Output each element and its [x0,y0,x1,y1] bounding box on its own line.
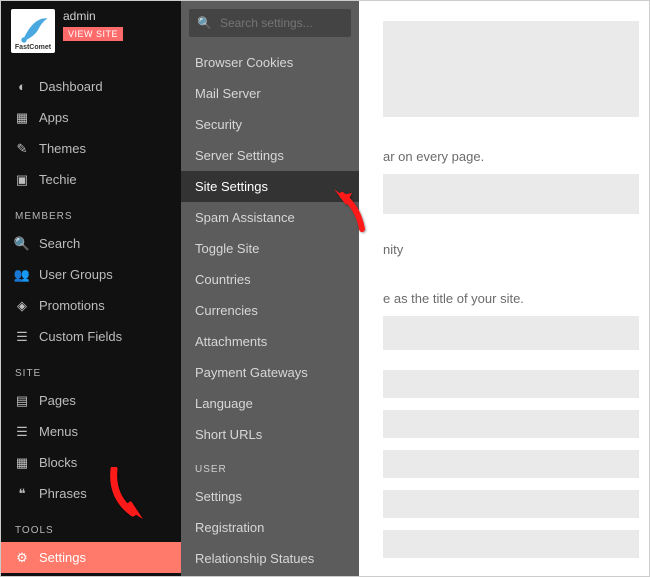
search-wrap: 🔍 [181,1,359,47]
content-block [383,21,639,117]
sidebar-item-settings[interactable]: ⚙ Settings [1,542,181,573]
nav-label: Custom Fields [39,329,122,344]
nav-label: Phrases [39,486,87,501]
submenu-item-security[interactable]: Security [181,109,359,140]
nav-main: ◐ Dashboard ▦ Apps ✎ Themes ▣ Techie MEMBERS… [1,71,181,577]
nav-label: Pages [39,393,76,408]
sidebar-item-promotions[interactable]: ◈ Promotions [1,290,181,321]
page-icon: ▤ [15,394,29,408]
nav-heading-tools: TOOLS [1,509,181,542]
diamond-icon: ◈ [15,299,29,313]
gauge-icon: ◐ [15,80,29,94]
submenu-item-browser-cookies[interactable]: Browser Cookies [181,47,359,78]
submenu-item-relationship-statues[interactable]: Relationship Statues [181,543,359,574]
nav-label: Techie [39,172,77,187]
submenu-item-spam-assistance[interactable]: Spam Assistance [181,202,359,233]
sidebar-item-techie[interactable]: ▣ Techie [1,164,181,195]
nav-heading-site: SITE [1,352,181,385]
submenu-item-currencies[interactable]: Currencies [181,295,359,326]
submenu-item-payment-gateways[interactable]: Payment Gateways [181,357,359,388]
nav-label: User Groups [39,267,113,282]
content-area: ar on every page. nity e as the title of… [359,1,649,576]
content-strip [383,490,639,518]
content-strip [383,530,639,558]
submenu-item-attachments[interactable]: Attachments [181,326,359,357]
search-container[interactable]: 🔍 [189,9,351,37]
submenu-heading-user: USER [181,450,359,481]
gear-icon: ⚙ [15,551,29,565]
sidebar-item-user-groups[interactable]: 👥 User Groups [1,259,181,290]
content-strip [383,410,639,438]
admin-username[interactable]: admin [63,9,96,23]
sidebar-item-apps[interactable]: ▦ Apps [1,102,181,133]
app-root: FastComet admin VIEW SITE ◐ Dashboard ▦ Ap… [0,0,650,577]
nav-label: Search [39,236,80,251]
nav-label: Blocks [39,455,77,470]
sidebar-item-themes[interactable]: ✎ Themes [1,133,181,164]
primary-sidebar: FastComet admin VIEW SITE ◐ Dashboard ▦ Ap… [1,1,181,576]
logo-text: FastComet [15,44,51,51]
submenu-item-language[interactable]: Language [181,388,359,419]
submenu-item-toggle-site[interactable]: Toggle Site [181,233,359,264]
submenu-item-site-settings[interactable]: Site Settings [181,171,359,202]
content-block [383,316,639,350]
helper-text: nity [383,242,639,257]
submenu-item-short-urls[interactable]: Short URLs [181,419,359,450]
nav-label: Promotions [39,298,105,313]
sidebar-item-dashboard[interactable]: ◐ Dashboard [1,71,181,102]
admin-column: admin VIEW SITE [63,9,123,41]
settings-list: Browser Cookies Mail Server Security Ser… [181,47,359,577]
sidebar-item-menus[interactable]: ☰ Menus [1,416,181,447]
view-site-button[interactable]: VIEW SITE [63,27,123,41]
helper-text: ar on every page. [383,149,639,164]
settings-submenu: 🔍 Browser Cookies Mail Server Security S… [181,1,359,576]
nav-label: Settings [39,550,86,565]
sidebar-item-custom-fields[interactable]: ☰ Custom Fields [1,321,181,352]
content-block [383,174,639,214]
nav-label: Dashboard [39,79,103,94]
nav-label: Apps [39,110,69,125]
content-strips [383,370,639,558]
submenu-item-user-settings[interactable]: Settings [181,481,359,512]
helper-text: e as the title of your site. [383,291,639,306]
content-strip [383,370,639,398]
search-icon: 🔍 [15,237,29,251]
users-icon: 👥 [15,268,29,282]
menu-icon: ☰ [15,425,29,439]
nav-label: Menus [39,424,78,439]
submenu-item-countries[interactable]: Countries [181,264,359,295]
list-icon: ☰ [15,330,29,344]
content-scrolled: ar on every page. nity e as the title of… [359,1,649,576]
sidebar-item-modules[interactable]: ▦Modules [1,573,181,577]
chip-icon: ▣ [15,173,29,187]
content-strip [383,450,639,478]
settings-search-input[interactable] [220,16,343,30]
header-row: FastComet admin VIEW SITE [1,1,181,61]
sidebar-item-search[interactable]: 🔍 Search [1,228,181,259]
submenu-item-registration[interactable]: Registration [181,512,359,543]
quote-icon: ❝ [15,487,29,501]
nav-label: Themes [39,141,86,156]
site-logo[interactable]: FastComet [11,9,55,53]
submenu-item-mail-server[interactable]: Mail Server [181,78,359,109]
sidebar-item-blocks[interactable]: ▦ Blocks [1,447,181,478]
sidebar-item-pages[interactable]: ▤ Pages [1,385,181,416]
brush-icon: ✎ [15,142,29,156]
search-icon: 🔍 [197,16,212,30]
nav-heading-members: MEMBERS [1,195,181,228]
submenu-item-server-settings[interactable]: Server Settings [181,140,359,171]
blocks-icon: ▦ [15,456,29,470]
sidebar-item-phrases[interactable]: ❝ Phrases [1,478,181,509]
grid-icon: ▦ [15,111,29,125]
